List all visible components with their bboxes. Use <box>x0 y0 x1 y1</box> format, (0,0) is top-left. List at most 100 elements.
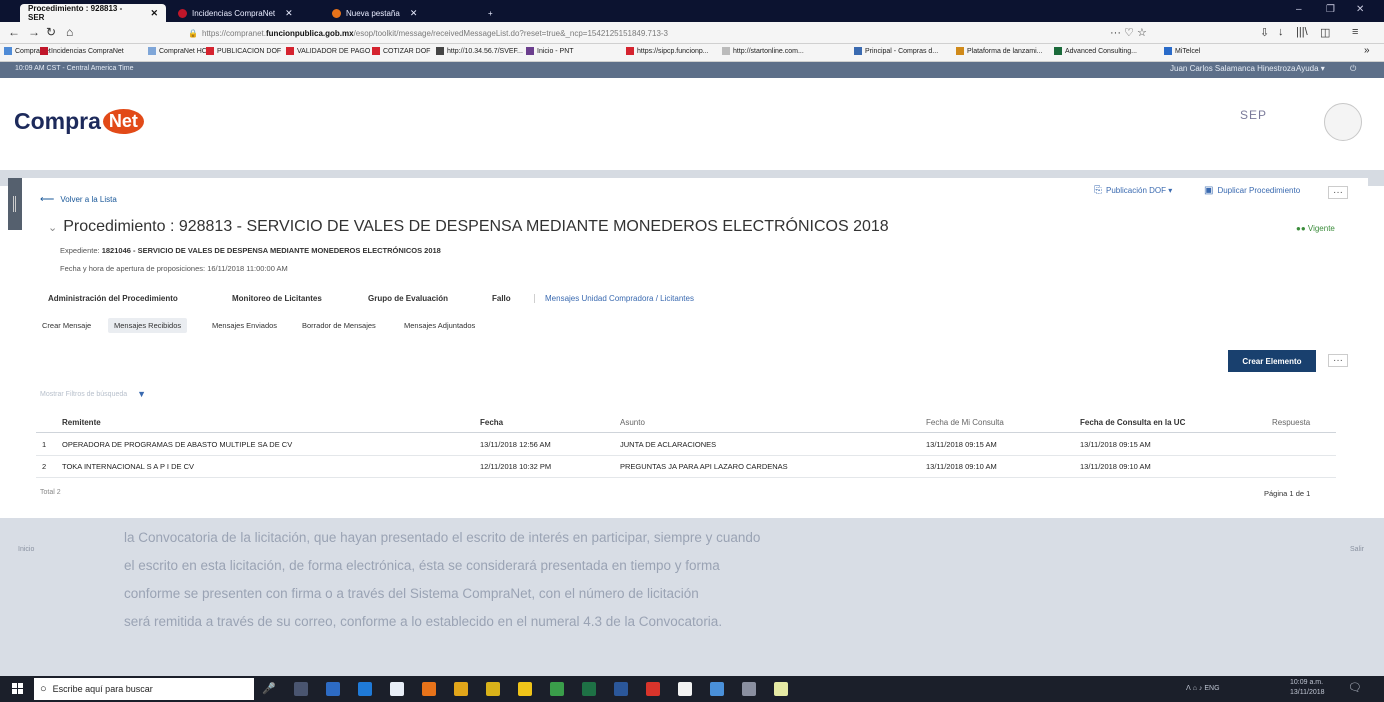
bookmark-item[interactable]: COTIZAR DOF <box>372 47 430 55</box>
folder-icon[interactable] <box>518 682 532 696</box>
store-icon[interactable] <box>326 682 340 696</box>
subtab-mensajes-enviados[interactable]: Mensajes Enviados <box>212 321 277 330</box>
filter-placeholder: Mostrar Filtros de búsqueda <box>40 390 128 398</box>
bookmark-item[interactable]: http://10.34.56.7/SVEF... <box>436 47 523 55</box>
home-icon[interactable]: ⌂ <box>66 25 73 39</box>
close-window-icon[interactable]: ✕ <box>1356 4 1364 15</box>
new-tab-button[interactable]: + <box>480 4 500 22</box>
inicio-link[interactable]: Inicio <box>18 546 34 553</box>
subtab-borrador[interactable]: Borrador de Mensajes <box>302 321 376 330</box>
word-icon[interactable] <box>614 682 628 696</box>
sidebar-icon[interactable]: ◫ <box>1320 26 1330 39</box>
background-text-line: la Convocatoria de la licitación, que ha… <box>124 530 761 545</box>
help-menu[interactable]: Ayuda ▾ <box>1296 64 1325 73</box>
excel-icon[interactable] <box>550 682 564 696</box>
app-header-bar: 10:09 AM CST - Central America Time Juan… <box>0 62 1384 78</box>
tab-monitoreo[interactable]: Monitoreo de Licitantes <box>232 294 322 303</box>
bookmark-item[interactable]: CompraNet HC <box>148 47 207 55</box>
microphone-icon[interactable]: 🎤 <box>262 682 276 696</box>
back-arrow-icon[interactable]: ← <box>8 25 20 39</box>
subtab-mensajes-recibidos[interactable]: Mensajes Recibidos <box>108 318 188 333</box>
cell-asunto[interactable]: JUNTA DE ACLARACIONES <box>620 440 716 449</box>
cell-asunto[interactable]: PREGUNTAS JA PARA API LAZARO CARDENAS <box>620 462 788 471</box>
publicacion-label: Publicación DOF ▾ <box>1106 186 1173 195</box>
back-to-list-link[interactable]: ⟵ Volver a la Lista <box>40 194 117 205</box>
cell-remitente[interactable]: TOKA INTERNACIONAL S A P I DE CV <box>62 462 194 471</box>
salir-link[interactable]: Salir <box>1350 546 1364 553</box>
minimize-icon[interactable]: – <box>1296 4 1302 15</box>
close-icon[interactable]: ✕ <box>285 8 293 19</box>
taskbar-search-input[interactable]: ○ Escribe aquí para buscar <box>34 678 254 700</box>
file-explorer-icon[interactable] <box>390 682 404 696</box>
tab-label: Nueva pestaña <box>346 8 400 18</box>
subtab-crear-mensaje[interactable]: Crear Mensaje <box>42 321 91 330</box>
col-fecha[interactable]: Fecha <box>480 418 503 427</box>
reload-icon[interactable]: ↻ <box>46 25 56 39</box>
browser-tab-incidencias[interactable]: Incidencias CompraNet ✕ <box>170 4 320 22</box>
cell-remitente[interactable]: OPERADORA DE PROGRAMAS DE ABASTO MULTIPL… <box>62 440 292 449</box>
tab-mensajes[interactable]: Mensajes Unidad Compradora / Licitantes <box>534 294 694 303</box>
close-icon[interactable]: ✕ <box>150 8 158 19</box>
logo-area: Compra Net SEP <box>0 78 1384 170</box>
pdf-icon[interactable] <box>646 682 660 696</box>
tab-administracion[interactable]: Administración del Procedimiento <box>48 294 178 303</box>
page-actions-icon[interactable]: ··· ♡ ☆ <box>1110 26 1147 39</box>
bookmark-item[interactable]: Advanced Consulting... <box>1054 47 1137 55</box>
user-menu[interactable]: Juan Carlos Salamanca Hinestroza <box>1170 64 1295 73</box>
more-actions-button[interactable]: ··· <box>1328 186 1348 199</box>
tab-fallo[interactable]: Fallo <box>492 294 511 303</box>
side-panel-handle[interactable] <box>8 178 22 230</box>
clock-time[interactable]: 10:09 a.m. <box>1290 679 1323 686</box>
bookmark-item[interactable]: PUBLICACION DOF <box>206 47 281 55</box>
bookmark-item[interactable]: MiTelcel <box>1164 47 1200 55</box>
publicacion-dof-button[interactable]: ⎘ Publicación DOF ▾ <box>1094 185 1172 196</box>
col-fecha-consulta-uc[interactable]: Fecha de Consulta en la UC <box>1080 418 1185 427</box>
crear-elemento-button[interactable]: Crear Elemento <box>1228 350 1316 372</box>
spreadsheet-icon[interactable] <box>582 682 596 696</box>
windows-start-icon[interactable] <box>12 683 24 695</box>
app-icon[interactable] <box>486 682 500 696</box>
system-tray-icons[interactable]: ᐱ ⌂ ♪ ENG <box>1186 684 1220 692</box>
col-remitente[interactable]: Remitente <box>62 418 101 427</box>
more-options-button[interactable]: ··· <box>1328 354 1348 367</box>
chrome-icon[interactable] <box>454 682 468 696</box>
address-field[interactable]: 🔒 https://compranet. funcionpublica.gob.… <box>182 25 1102 41</box>
procedure-title[interactable]: ⌄ Procedimiento : 928813 - SERVICIO DE VA… <box>48 218 889 236</box>
downloads-arrow-icon[interactable]: ↓ <box>1278 26 1284 38</box>
edge-icon[interactable] <box>358 682 372 696</box>
task-view-icon[interactable] <box>294 682 308 696</box>
outlook-icon[interactable] <box>710 682 724 696</box>
browser-tab-nueva[interactable]: Nueva pestaña ✕ <box>324 4 476 22</box>
bookmark-item[interactable]: Plataforma de lanzami... <box>956 47 1042 55</box>
forward-arrow-icon[interactable]: → <box>28 25 40 39</box>
menu-icon[interactable]: ≡ <box>1352 26 1358 38</box>
col-respuesta[interactable]: Respuesta <box>1272 418 1310 427</box>
notification-icon[interactable]: 🗨 <box>1348 681 1362 694</box>
tab-grupo-evaluacion[interactable]: Grupo de Evaluación <box>368 294 448 303</box>
power-icon[interactable]: ⏻ <box>1350 64 1356 74</box>
browser-tab-procedimiento[interactable]: Procedimiento : 928813 - SER ✕ <box>20 4 166 22</box>
bookmark-item[interactable]: Inicio - PNT <box>526 47 574 55</box>
bookmark-item[interactable]: https://sipcp.funcionp... <box>626 47 709 55</box>
bookmark-item[interactable]: Incidencias CompraNet <box>40 47 124 55</box>
photos-icon[interactable] <box>678 682 692 696</box>
clock-date[interactable]: 13/11/2018 <box>1290 689 1325 696</box>
col-fecha-mi-consulta[interactable]: Fecha de Mi Consulta <box>926 418 1004 427</box>
paint-icon[interactable] <box>774 682 788 696</box>
bookmark-item[interactable]: VALIDADOR DE PAGO <box>286 47 370 55</box>
firefox-icon[interactable] <box>422 682 436 696</box>
bookmark-item[interactable]: http://startonline.com... <box>722 47 804 55</box>
app-icon-2[interactable] <box>742 682 756 696</box>
bookmark-item[interactable]: Principal - Compras d... <box>854 47 938 55</box>
download-icon[interactable]: ⇩ <box>1260 26 1269 39</box>
duplicate-icon: ▣ <box>1204 185 1214 196</box>
library-icon[interactable]: |||\ <box>1296 26 1308 38</box>
col-asunto[interactable]: Asunto <box>620 418 645 427</box>
close-icon[interactable]: ✕ <box>410 8 418 19</box>
subtab-adjuntados[interactable]: Mensajes Adjuntados <box>404 321 475 330</box>
search-filter-toggle[interactable]: Mostrar Filtros de búsqueda ▼ <box>40 388 250 400</box>
bookmarks-overflow-icon[interactable]: » <box>1364 45 1370 56</box>
maximize-icon[interactable]: ❐ <box>1326 4 1335 15</box>
windows-taskbar: ○ Escribe aquí para buscar 🎤 ᐱ ⌂ ♪ ENG 1… <box>0 676 1384 702</box>
duplicar-procedimiento-button[interactable]: ▣ Duplicar Procedimiento <box>1204 185 1300 196</box>
